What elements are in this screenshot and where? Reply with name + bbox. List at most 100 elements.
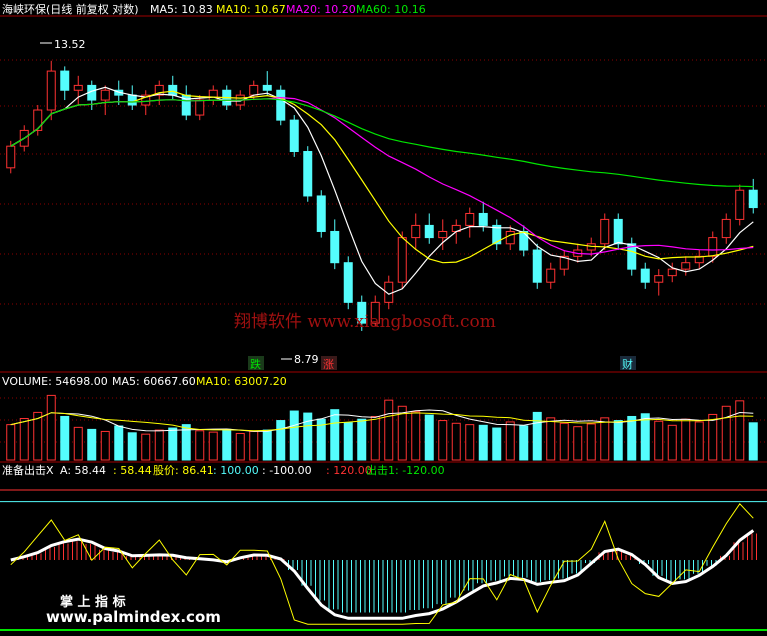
volume-bar (492, 427, 502, 461)
candle-body (343, 262, 353, 303)
volume-bar (276, 420, 286, 461)
volume-bar (667, 424, 677, 461)
candle-body (262, 84, 272, 91)
indicator-d: : -100.00 (262, 464, 312, 477)
price-panel[interactable] (6, 60, 758, 331)
candle-body (33, 109, 43, 131)
volume-bar (546, 417, 556, 461)
candle-body (667, 268, 677, 277)
volume-bar (735, 400, 745, 461)
candle-body (46, 70, 56, 111)
ma5-line (10, 86, 754, 295)
volume-bar (222, 428, 232, 461)
candle-body (613, 218, 623, 245)
candle-body (681, 262, 691, 270)
volume-panel[interactable] (6, 394, 758, 461)
volume-bar (640, 413, 650, 461)
volume-bar (627, 415, 637, 461)
watermark: 翔博软件 www.xiangbosoft.com (234, 312, 496, 332)
candle-body (303, 151, 313, 197)
volume-bar (748, 422, 758, 461)
candle-body (735, 189, 745, 220)
candle-body (195, 99, 205, 116)
volume-bar (505, 421, 515, 461)
candle-body (654, 275, 664, 283)
candle-body (411, 224, 421, 239)
volume-bar (249, 430, 259, 461)
candle-body (397, 237, 407, 283)
low-price-label: 8.79 (294, 353, 319, 366)
candle-body (330, 230, 340, 264)
candle-body (721, 218, 731, 239)
volume-ma10-legend: MA10: 63007.20 (196, 375, 287, 388)
volume-bar (343, 422, 353, 461)
volume-bar (384, 399, 394, 461)
volume-bar (19, 418, 29, 461)
volume-bar (195, 430, 205, 461)
volume-ma5-legend: MA5: 60667.60 (112, 375, 196, 388)
volume-bar (600, 417, 610, 461)
volume-bar (478, 424, 488, 461)
candle-body (478, 212, 488, 226)
indicator-b: : 58.44 (113, 464, 152, 477)
candle-body (424, 224, 434, 239)
indicator-f: 出击1: -120.00 (366, 463, 445, 477)
volume-bar (465, 424, 475, 461)
ma20-line (10, 96, 754, 255)
volume-bar (168, 427, 178, 461)
ma60-line (10, 98, 754, 188)
volume-bar (46, 394, 56, 461)
volume-bar (208, 431, 218, 461)
ma10-line (10, 90, 754, 264)
volume-bar (681, 418, 691, 461)
ma60-legend: MA60: 10.16 (356, 3, 426, 16)
volume-bar (519, 425, 529, 461)
volume-bar (694, 421, 704, 461)
ma20-legend: MA20: 10.20 (286, 3, 356, 16)
indicator-url: www.palmindex.com (46, 608, 221, 626)
indicator-price: 股价: 86.41 (153, 464, 214, 477)
candle-body (600, 218, 610, 245)
indicator-a: A: 58.44 (60, 464, 106, 477)
volume-bar (357, 418, 367, 461)
volume-bar (708, 413, 718, 461)
volume-bar (370, 415, 380, 461)
volume-bar (100, 430, 110, 461)
candle-body (100, 89, 110, 101)
indicator-c: : 100.00 (213, 464, 259, 477)
volume-bar (262, 429, 272, 461)
candle-body (127, 94, 137, 106)
volume-bar (6, 424, 16, 461)
candle-body (208, 89, 218, 101)
stock-chart: 海峡环保(日线 前复权 对数) MA5: 10.83 MA10: 10.67 M… (0, 2, 767, 631)
indicator-name: 准备出击X (2, 463, 54, 477)
volume-bar (141, 433, 151, 461)
candle-body (532, 249, 542, 283)
candle-body (519, 230, 529, 251)
candle-body (73, 84, 83, 91)
volume-legend: VOLUME: 54698.00 (2, 375, 108, 388)
volume-bar (559, 422, 569, 461)
volume-bar (411, 411, 421, 461)
volume-bar (532, 411, 542, 461)
volume-bar (573, 426, 583, 461)
volume-bar (303, 412, 313, 461)
volume-bar (289, 410, 299, 461)
candle-body (289, 119, 299, 153)
fall-marker: 跌 (250, 357, 261, 371)
candle-body (546, 268, 556, 283)
rise-marker: 涨 (323, 358, 334, 371)
ma5-legend: MA5: 10.83 (150, 3, 213, 16)
indicator-e: : 120.00 (326, 464, 372, 477)
candle-body (6, 145, 16, 169)
volume-bar (154, 429, 164, 461)
candle-body (748, 189, 758, 209)
volume-bar (330, 409, 340, 461)
candle-body (316, 195, 326, 232)
volume-bar (73, 426, 83, 461)
volume-bar (721, 405, 731, 461)
candle-body (276, 89, 286, 121)
candle-body (708, 237, 718, 257)
candle-body (438, 230, 448, 239)
candle-body (505, 230, 515, 245)
